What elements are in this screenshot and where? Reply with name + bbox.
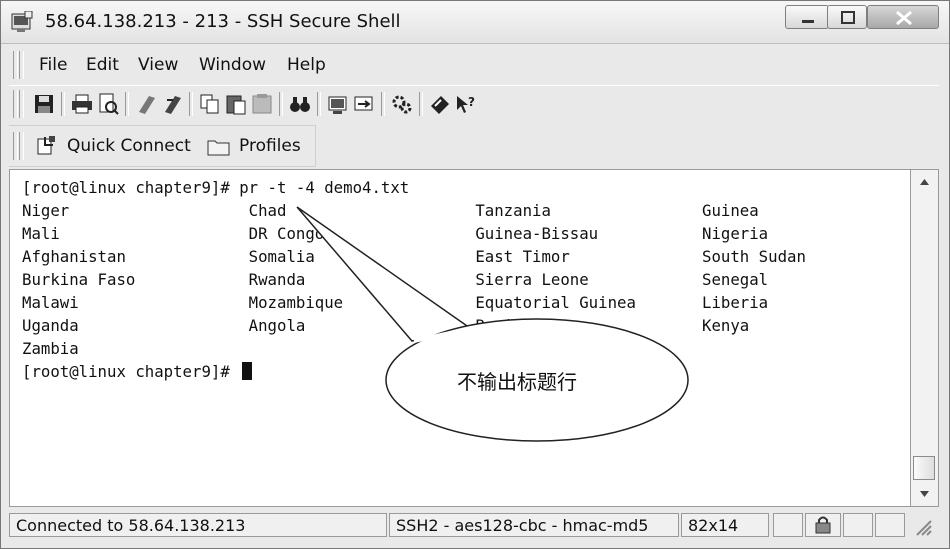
terminal-line: Afghanistan Somalia East Timor South Sud… xyxy=(22,247,806,266)
maximize-icon xyxy=(841,11,855,24)
menu-view[interactable]: View xyxy=(138,55,178,75)
profiles-label: Profiles xyxy=(239,136,301,156)
svg-text:?: ? xyxy=(468,95,475,109)
scroll-down-icon[interactable] xyxy=(911,484,938,504)
terminal-cursor xyxy=(242,362,253,380)
status-panel-empty xyxy=(773,513,803,537)
status-connection: Connected to 58.64.138.213 xyxy=(9,513,387,537)
toolbar-separator xyxy=(61,92,65,116)
ssh-terminal-icon xyxy=(11,11,33,32)
status-encryption-text: SSH2 - aes128-cbc - hmac-md5 xyxy=(396,516,649,535)
status-bar: Connected to 58.64.138.213 SSH2 - aes128… xyxy=(9,511,939,539)
toolbar-separator xyxy=(189,92,193,116)
terminal-output[interactable]: [root@linux chapter9]# pr -t -4 demo4.tx… xyxy=(9,169,911,507)
menu-edit[interactable]: Edit xyxy=(86,55,119,75)
paste-disabled-icon[interactable] xyxy=(251,92,273,116)
toolbar-separator xyxy=(419,92,423,116)
toolbar-grip[interactable] xyxy=(19,90,24,118)
quickbar-grip[interactable] xyxy=(13,132,18,160)
toolbar-separator xyxy=(279,92,283,116)
toolbar: ? xyxy=(9,85,939,124)
save-icon[interactable] xyxy=(33,92,55,116)
print-icon[interactable] xyxy=(71,92,93,116)
new-terminal-icon[interactable] xyxy=(327,92,349,116)
menu-help[interactable]: Help xyxy=(287,55,326,75)
title-bar: 58.64.138.213 - 213 - SSH Secure Shell xyxy=(1,1,949,44)
quick-connect-button[interactable]: Quick Connect xyxy=(35,134,195,158)
quick-bar: Quick Connect Profiles xyxy=(9,125,316,167)
status-panel-empty xyxy=(875,513,905,537)
status-encryption: SSH2 - aes128-cbc - hmac-md5 xyxy=(389,513,679,537)
toolbar-grip[interactable] xyxy=(13,90,18,118)
new-file-transfer-icon[interactable] xyxy=(353,92,375,116)
terminal-prompt: [root@linux chapter9]# xyxy=(22,362,240,381)
terminal-line: Niger Chad Tanzania Guinea xyxy=(22,201,759,220)
ssh-window: 58.64.138.213 - 213 - SSH Secure Shell F… xyxy=(0,0,950,549)
scroll-up-icon[interactable] xyxy=(911,172,938,192)
toolbar-separator xyxy=(317,92,321,116)
encryption-lock-icon xyxy=(815,516,831,534)
status-connection-text: Connected to 58.64.138.213 xyxy=(16,516,246,535)
settings-icon[interactable] xyxy=(391,92,413,116)
context-help-icon[interactable]: ? xyxy=(455,92,477,116)
folder-icon xyxy=(207,140,230,156)
terminal-line: Burkina Faso Rwanda Sierra Leone Senegal xyxy=(22,270,769,289)
callout-text: 不输出标题行 xyxy=(457,370,577,394)
terminal-line: Malawi Mozambique Equatorial Guinea Libe… xyxy=(22,293,769,312)
terminal-prompt-line: [root@linux chapter9]# xyxy=(22,362,253,381)
close-icon xyxy=(896,10,912,26)
print-preview-icon[interactable] xyxy=(97,92,119,116)
disconnect-icon[interactable] xyxy=(135,92,157,116)
close-button[interactable] xyxy=(867,5,939,29)
vertical-scrollbar[interactable] xyxy=(911,169,939,507)
status-lock xyxy=(805,513,841,537)
maximize-button[interactable] xyxy=(827,5,867,29)
scrollbar-thumb[interactable] xyxy=(913,456,935,480)
menu-window[interactable]: Window xyxy=(199,55,266,75)
status-size-text: 82x14 xyxy=(688,516,739,535)
paste-icon[interactable] xyxy=(225,92,247,116)
menubar-grip[interactable] xyxy=(13,51,18,79)
quick-connect-icon xyxy=(37,136,55,155)
quickbar-grip[interactable] xyxy=(19,132,24,160)
help-icon[interactable] xyxy=(429,92,451,116)
window-title: 58.64.138.213 - 213 - SSH Secure Shell xyxy=(45,11,401,32)
resize-grip-icon[interactable] xyxy=(911,517,933,537)
status-panel-empty xyxy=(843,513,873,537)
terminal-line: Mali DR Congo Guinea-Bissau Nigeria xyxy=(22,224,769,243)
profiles-button[interactable]: Profiles xyxy=(207,134,307,158)
minimize-icon xyxy=(802,20,814,23)
toolbar-separator xyxy=(381,92,385,116)
copy-icon[interactable] xyxy=(199,92,221,116)
status-size: 82x14 xyxy=(681,513,769,537)
menu-file[interactable]: File xyxy=(39,55,67,75)
terminal-line: Zambia xyxy=(22,339,79,358)
terminal-line: [root@linux chapter9]# pr -t -4 demo4.tx… xyxy=(22,178,410,197)
connect-icon[interactable] xyxy=(161,92,183,116)
minimize-button[interactable] xyxy=(785,5,829,29)
quick-connect-label: Quick Connect xyxy=(67,136,191,156)
menubar-grip[interactable] xyxy=(19,51,24,79)
find-icon[interactable] xyxy=(289,92,311,116)
menu-bar: File Edit View Window Help xyxy=(9,47,939,83)
toolbar-separator xyxy=(125,92,129,116)
terminal-line: Uganda Angola Benin Kenya xyxy=(22,316,750,335)
